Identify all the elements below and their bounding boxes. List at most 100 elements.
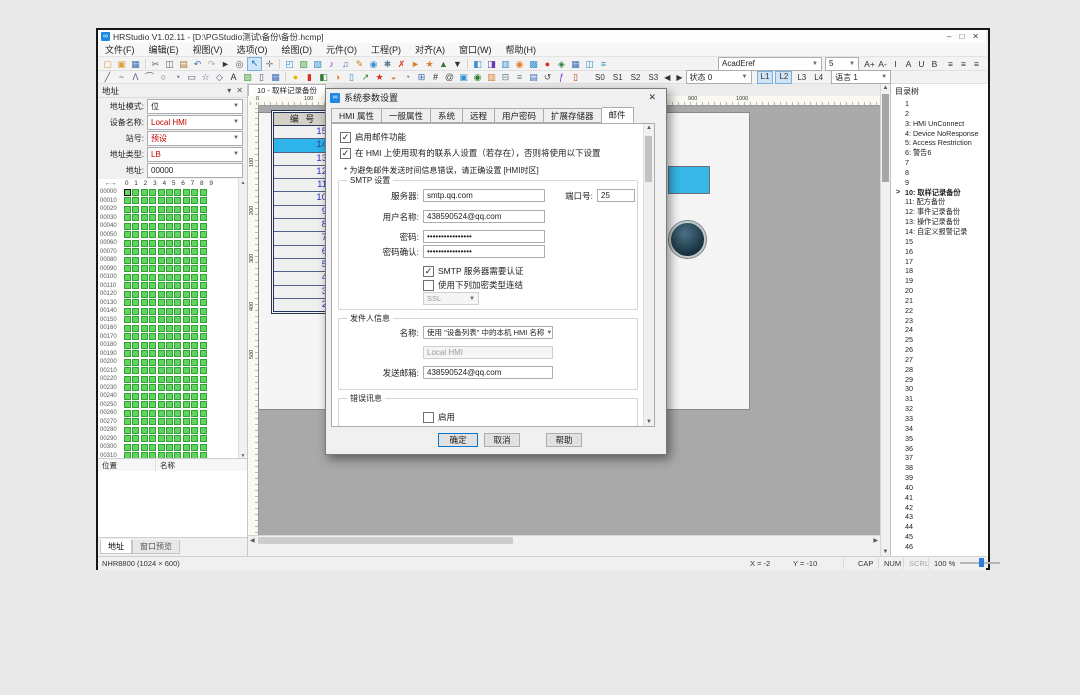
bit-cell[interactable] [158,265,165,272]
bit-cell[interactable] [132,367,139,374]
bit-cell[interactable] [166,291,173,298]
cursor-icon[interactable]: ↖ [247,57,262,71]
dialog-tab-active[interactable]: 邮件 [602,107,634,123]
bit-cell[interactable] [200,342,207,349]
bit-cell[interactable] [158,367,165,374]
lamp-element-icon[interactable]: ▮ [303,71,316,83]
tree-item[interactable]: 27 [891,355,988,365]
bit-cell[interactable] [174,214,181,221]
bit-cell[interactable] [200,197,207,204]
bit-cell[interactable] [158,444,165,451]
tree-item[interactable]: 29 [891,375,988,385]
bit-cell[interactable] [166,444,173,451]
bit-cell[interactable] [141,274,148,281]
redo-icon[interactable]: ↷ [205,58,218,70]
bit-cell[interactable] [124,214,131,221]
tank-element-icon[interactable]: ▯ [345,71,358,83]
close-icon[interactable]: ✕ [236,86,243,95]
bit-cell[interactable] [141,240,148,247]
layer-button-l2[interactable]: L2 [775,71,792,84]
username-input[interactable]: 438590524@qq.com [423,210,545,223]
bit-cell[interactable] [191,376,198,383]
bit-cell[interactable] [132,282,139,289]
bit-cell[interactable] [124,282,131,289]
bit-cell[interactable] [174,316,181,323]
address-input[interactable]: 00000 [147,163,243,178]
dialog-tab-inactive[interactable]: 扩展存储器 [544,108,602,123]
blue-rectangle-element[interactable] [668,166,710,194]
bit-cell[interactable] [174,342,181,349]
bit-cell[interactable] [141,206,148,213]
ssl-select[interactable]: SSL▼ [423,292,479,305]
bit-cell[interactable] [141,350,148,357]
bit-cell[interactable] [124,333,131,340]
bit-cell[interactable] [132,316,139,323]
bit-cell[interactable] [149,444,156,451]
bit-cell[interactable] [183,316,190,323]
bit-cell[interactable] [183,214,190,221]
bit-cell[interactable] [158,410,165,417]
bit-cell[interactable] [174,274,181,281]
bit-cell[interactable] [174,248,181,255]
bit-cell[interactable] [166,257,173,264]
bit-cell[interactable] [132,325,139,332]
bit-cell[interactable] [158,350,165,357]
bit-cell[interactable] [191,401,198,408]
bit-cell[interactable] [200,316,207,323]
music-icon[interactable]: ♫ [339,58,352,70]
pin-icon[interactable]: ▾ [227,86,231,95]
bit-cell[interactable] [158,206,165,213]
tree-item[interactable]: 30 [891,384,988,394]
bit-cell[interactable] [166,342,173,349]
bit-cell[interactable] [124,316,131,323]
bit-cell[interactable] [166,231,173,238]
bit-cell[interactable] [124,342,131,349]
bit-cell[interactable] [191,308,198,315]
bit-cell[interactable] [200,325,207,332]
bit-cell[interactable] [132,435,139,442]
bit-cell[interactable] [132,223,139,230]
layer-button-l1[interactable]: L1 [757,71,774,84]
bit-cell[interactable] [200,427,207,434]
keypad-element-icon[interactable]: ⊞ [415,71,428,83]
bit-cell[interactable] [183,350,190,357]
history-element-icon[interactable]: ↺ [541,71,554,83]
bit-cell[interactable] [141,325,148,332]
tree-item[interactable]: 19 [891,276,988,286]
bit-cell[interactable] [141,282,148,289]
bit-cell[interactable] [191,342,198,349]
upload-icon[interactable]: ▲ [437,58,450,70]
layers-icon[interactable]: ≡ [597,58,610,70]
bit-cell[interactable] [124,384,131,391]
password-input[interactable]: •••••••••••••••• [423,230,545,243]
bit-cell[interactable] [124,299,131,306]
state-button-s1[interactable]: S1 [610,72,626,83]
clock-element-icon[interactable]: ◔ [401,71,414,83]
bit-cell[interactable] [166,265,173,272]
bit-cell[interactable] [149,410,156,417]
bit-cell[interactable] [183,257,190,264]
bit-cell[interactable] [141,308,148,315]
cancel-button[interactable]: 取消 [484,433,520,447]
bit-cell[interactable] [200,231,207,238]
bit-cell[interactable] [124,206,131,213]
bit-cell[interactable] [174,197,181,204]
bit-cell[interactable] [149,197,156,204]
bit-cell[interactable] [124,359,131,366]
bit-cell[interactable] [149,333,156,340]
canvas-tab[interactable]: 10 - 取样记录备份 [248,84,326,96]
bit-cell[interactable] [149,325,156,332]
bit-cell[interactable] [200,299,207,306]
bit-cell[interactable] [132,427,139,434]
bit-cell[interactable] [149,401,156,408]
bit-cell[interactable] [183,291,190,298]
bit-cell[interactable] [183,206,190,213]
bit-cell[interactable] [132,231,139,238]
tree-item[interactable]: 41 [891,493,988,503]
number-table-row[interactable]: 10 [274,192,332,205]
bit-cell[interactable] [200,189,207,196]
pie-tool-icon[interactable]: ◔ [171,71,184,83]
bit-cell[interactable] [183,427,190,434]
bit-cell[interactable] [149,206,156,213]
bit-cell[interactable] [191,189,198,196]
